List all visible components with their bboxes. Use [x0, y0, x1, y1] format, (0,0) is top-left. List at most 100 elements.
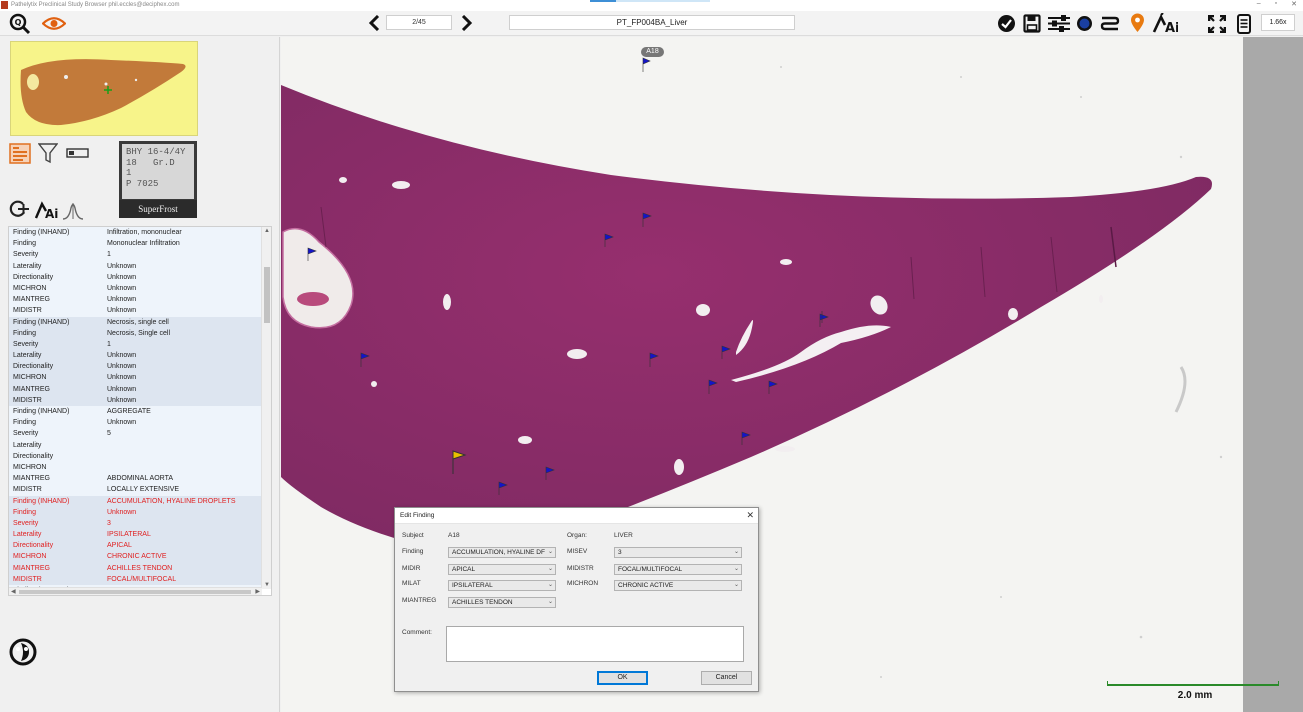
sliders-icon[interactable] — [1047, 14, 1071, 33]
ai-icon[interactable]: Ai — [1152, 13, 1178, 34]
finding-field-name: MICHRON — [13, 553, 47, 561]
window-title: Pathelytix Preclinical Study Browser phi… — [11, 2, 180, 8]
close-window-button[interactable]: ✕ — [1291, 0, 1297, 8]
finding-row[interactable]: Laterality Unknown — [9, 260, 262, 272]
finding-row[interactable]: Directionality Unknown — [9, 361, 262, 373]
next-slide-button[interactable] — [459, 14, 475, 32]
location-pin-icon[interactable] — [1129, 13, 1146, 33]
miantreg-label: MIANTREG — [402, 597, 437, 604]
slide-name-field[interactable]: PT_FP004BA_Liver — [509, 15, 795, 30]
swap-icon[interactable] — [1100, 15, 1120, 32]
finding-row[interactable]: MICHRON Unknown — [9, 282, 262, 295]
finding-field-name: MIANTREG — [13, 564, 50, 572]
finding-row[interactable]: Severity 1 — [9, 338, 262, 351]
zoom-level[interactable]: 1.66x — [1261, 14, 1295, 31]
finding-row[interactable]: MIDISTR Unknown — [9, 394, 262, 406]
finding-row[interactable]: Finding Necrosis, Single cell — [9, 327, 262, 339]
minimize-button[interactable]: – — [1257, 0, 1261, 8]
scroll-up-icon[interactable]: ▲ — [262, 227, 271, 235]
miantreg-select[interactable]: ACHILLES TENDON ⌄ — [448, 597, 556, 608]
finding-row[interactable]: MICHRON — [9, 461, 262, 474]
dialog-close-icon[interactable]: ✕ — [746, 510, 754, 521]
finding-row[interactable]: Finding (INHAND) Necrosis, single cell — [9, 316, 262, 328]
midistr-label: MIDISTR — [567, 565, 594, 572]
findings-table[interactable]: Finding (INHAND) Infiltration, mononuclea… — [8, 226, 272, 596]
finding-select[interactable]: ACCUMULATION, HYALINE DF ⌄ — [448, 547, 556, 558]
findings-horizontal-scrollbar[interactable]: ◀ ▶ — [9, 587, 262, 595]
zoom-search-icon[interactable]: Q — [9, 13, 31, 35]
maximize-button[interactable]: ▫ — [1275, 0, 1277, 8]
michron-select[interactable]: CHRONIC ACTIVE ⌄ — [614, 580, 742, 591]
finding-row[interactable]: Laterality — [9, 439, 262, 451]
finding-row[interactable]: Finding (INHAND) Infiltration, mononuclea… — [9, 227, 262, 239]
findings-vertical-scrollbar[interactable]: ▲ ▼ — [261, 227, 271, 589]
scroll-thumb-horizontal[interactable] — [19, 590, 251, 594]
finding-field-value: Unknown — [107, 262, 137, 270]
annotation-label[interactable]: A18 — [641, 47, 664, 57]
slide-label-icon[interactable] — [66, 147, 89, 159]
ai-analysis-icon[interactable]: Ai — [35, 199, 59, 220]
slide-label-text: BHY 16-4/4Y 18 Gr.D 1 P 7025 — [122, 144, 194, 199]
chevron-down-icon: ⌄ — [733, 566, 739, 572]
midistr-select[interactable]: FOCAL/MULTIFOCAL ⌄ — [614, 564, 742, 575]
ok-button[interactable]: OK — [597, 671, 648, 685]
finding-row[interactable]: Directionality APICAL — [9, 540, 262, 552]
edit-finding-dialog[interactable]: Edit Finding ✕ Subject A18 Organ: LIVER … — [394, 507, 759, 692]
finding-row[interactable]: MIDISTR Unknown — [9, 305, 262, 317]
deciphex-logo-icon — [9, 637, 37, 667]
finding-row[interactable]: MIANTREG Unknown — [9, 294, 262, 306]
fullscreen-icon[interactable] — [1208, 15, 1226, 33]
finding-row[interactable]: Laterality IPSILATERAL — [9, 529, 262, 541]
finding-row[interactable]: Finding Mononuclear Infiltration — [9, 238, 262, 250]
finding-row[interactable]: Severity 1 — [9, 249, 262, 261]
prev-slide-button[interactable] — [366, 14, 382, 32]
finding-row[interactable]: MICHRON CHRONIC ACTIVE — [9, 551, 262, 563]
finding-row[interactable]: Severity 3 — [9, 517, 262, 530]
midir-select[interactable]: APICAL ⌄ — [448, 564, 556, 575]
filter-icon[interactable] — [38, 143, 58, 164]
device-icon[interactable] — [1236, 14, 1252, 34]
finding-field-value: APICAL — [107, 542, 132, 550]
finding-row[interactable]: MIANTREG ACHILLES TENDON — [9, 562, 262, 574]
finding-row[interactable]: MICHRON Unknown — [9, 372, 262, 384]
scroll-thumb[interactable] — [264, 267, 270, 323]
finding-row[interactable]: MIANTREG ABDOMINAL AORTA — [9, 473, 262, 485]
finding-select-value: ACCUMULATION, HYALINE DF — [452, 549, 545, 556]
finding-row[interactable]: Finding (INHAND) ACCUMULATION, HYALINE DR… — [9, 495, 262, 507]
subject-label: Subject — [402, 532, 424, 539]
save-icon[interactable] — [1023, 14, 1041, 33]
chevron-down-icon: ⌄ — [547, 566, 553, 572]
milat-select[interactable]: IPSILATERAL ⌄ — [448, 580, 556, 591]
scale-label: 2.0 mm — [1177, 690, 1213, 701]
finding-row[interactable]: Finding (INHAND) AGGREGATE — [9, 406, 262, 418]
finding-row[interactable]: Finding Unknown — [9, 417, 262, 429]
midistr-select-value: FOCAL/MULTIFOCAL — [618, 566, 683, 573]
michron-select-value: CHRONIC ACTIVE — [618, 582, 674, 589]
misev-select[interactable]: 3 ⌄ — [614, 547, 742, 558]
finding-row[interactable]: Severity 5 — [9, 428, 262, 440]
finding-row[interactable]: MIDISTR LOCALLY EXTENSIVE — [9, 484, 262, 496]
finding-row[interactable]: Directionality — [9, 450, 262, 462]
cancel-button[interactable]: Cancel — [701, 671, 752, 685]
finding-row[interactable]: Finding Unknown — [9, 506, 262, 518]
findings-view-icon[interactable] — [9, 143, 31, 164]
checkmark-icon[interactable] — [997, 14, 1016, 33]
page-indicator[interactable]: 2/45 — [386, 15, 452, 30]
finding-field-name: MIDISTR — [13, 307, 42, 315]
next-arrow-icon — [461, 15, 473, 31]
add-annotation-icon[interactable] — [9, 199, 31, 220]
finding-row[interactable]: MIDISTR FOCAL/MULTIFOCAL — [9, 573, 262, 585]
scroll-left-icon[interactable]: ◀ — [11, 588, 16, 595]
finding-row[interactable]: Directionality Unknown — [9, 271, 262, 283]
dot-icon[interactable] — [1076, 15, 1093, 32]
slide-label-brand: SuperFrost — [119, 200, 197, 218]
histogram-icon[interactable] — [62, 200, 84, 220]
slide-overview-thumbnail[interactable] — [10, 41, 198, 136]
scroll-down-icon[interactable]: ▼ — [262, 581, 271, 589]
scroll-right-icon[interactable]: ▶ — [255, 588, 260, 595]
eye-icon[interactable] — [42, 15, 66, 32]
finding-field-name: MIANTREG — [13, 385, 50, 393]
finding-row[interactable]: MIANTREG Unknown — [9, 383, 262, 395]
comment-textarea[interactable] — [446, 626, 744, 662]
finding-row[interactable]: Laterality Unknown — [9, 350, 262, 362]
